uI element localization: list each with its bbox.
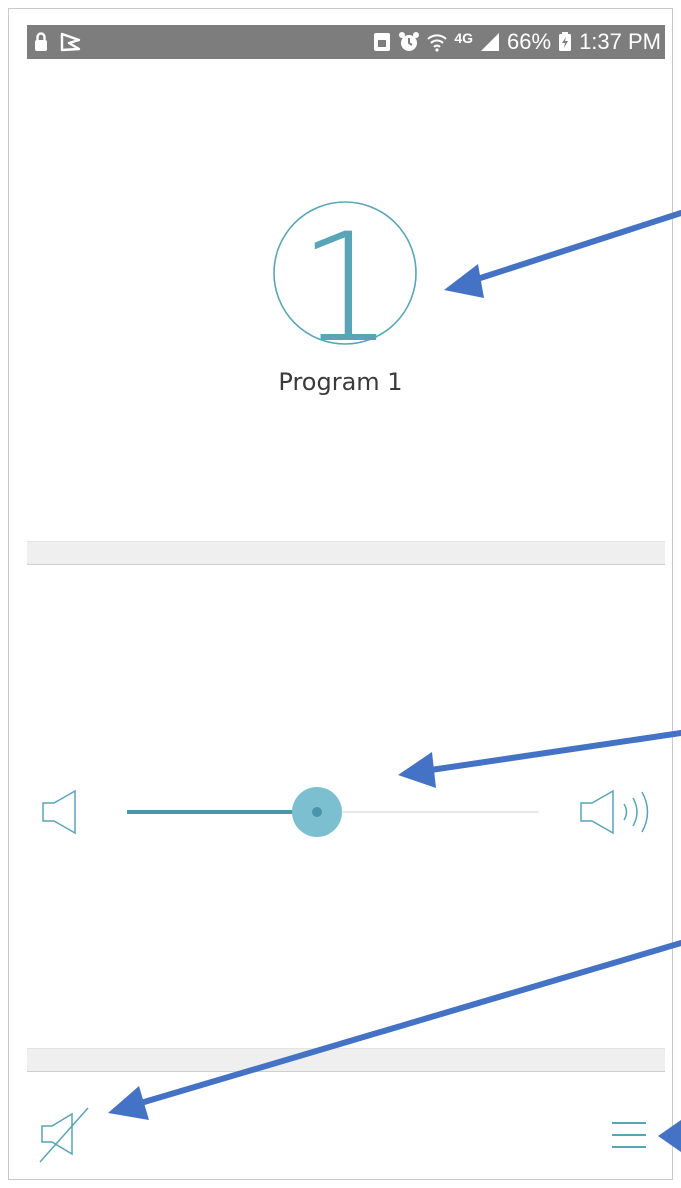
program-label: Program 1 [278, 368, 403, 396]
volume-slider[interactable] [127, 782, 539, 842]
mute-icon [39, 1107, 89, 1163]
flag-icon [59, 31, 83, 53]
wifi-icon [426, 31, 448, 53]
network-type-label: 4G [454, 30, 474, 46]
sd-card-icon [372, 31, 392, 53]
volume-down-button[interactable] [40, 787, 80, 837]
menu-button[interactable] [608, 1116, 652, 1156]
slider-thumb-dot [312, 807, 322, 817]
status-right-icons: 4G 66% 1:37 PM [372, 25, 661, 59]
alarm-icon [398, 31, 420, 53]
program-number: 1 [298, 202, 393, 346]
status-bar: 4G 66% 1:37 PM [27, 25, 665, 59]
menu-icon [612, 1122, 646, 1148]
lock-icon [33, 31, 49, 53]
volume-up-button[interactable] [578, 787, 660, 837]
signal-icon [479, 31, 501, 53]
section-divider-bottom [27, 1048, 665, 1072]
status-time: 1:37 PM [579, 29, 661, 54]
battery-percent: 66% [507, 29, 552, 54]
volume-low-icon [42, 789, 76, 835]
mute-button[interactable] [34, 1104, 94, 1164]
phone-screen-frame [8, 8, 673, 1180]
section-divider-top [27, 541, 665, 565]
status-left-icons [33, 25, 83, 59]
volume-high-icon [580, 789, 649, 835]
battery-icon [557, 31, 573, 53]
program-button[interactable]: 1 [272, 200, 418, 376]
